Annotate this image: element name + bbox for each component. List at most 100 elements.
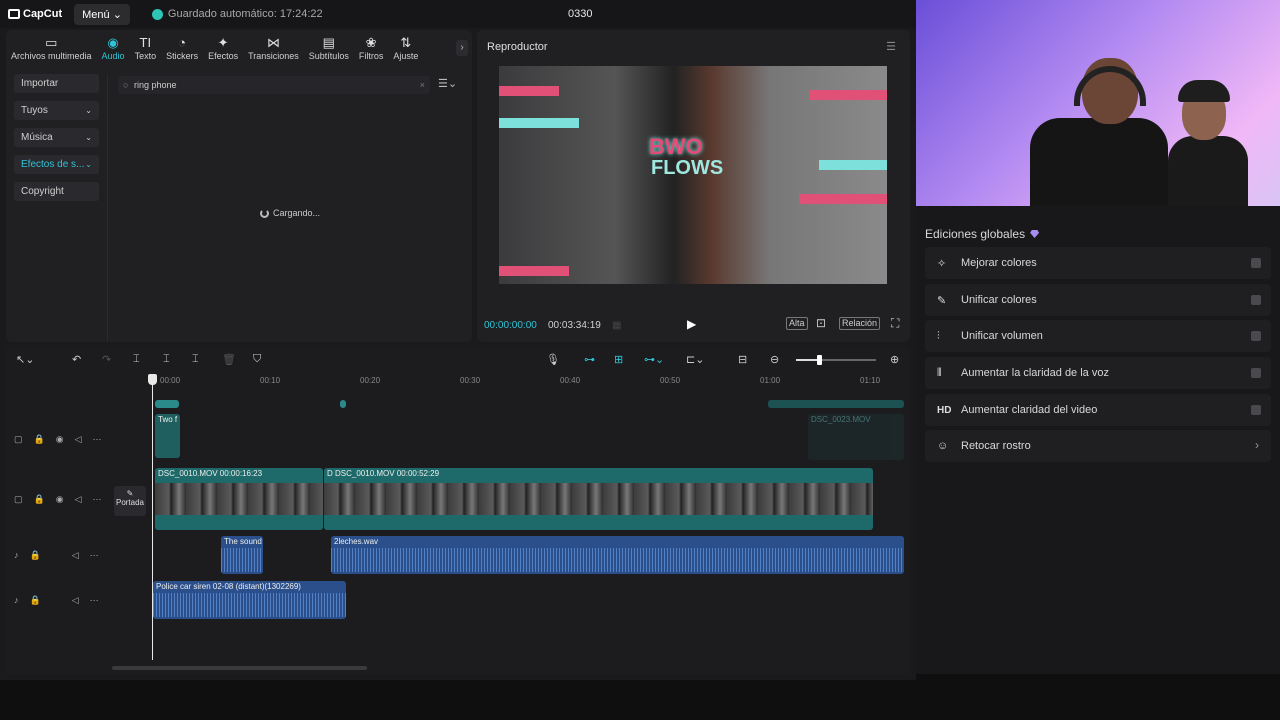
audio-clip[interactable]: Police car siren 02-08 (distant)(1302269… [153,581,346,619]
tab-text[interactable]: TI Texto [130,35,162,61]
magic-wand-icon: ✧ [937,257,947,270]
filter-icon[interactable]: ☰⌄ [438,77,457,90]
tabs-scroll-right-button[interactable]: › [456,40,468,56]
eye-icon[interactable]: ◉ [56,494,64,505]
speaker-icon[interactable]: ◁ [72,595,79,606]
clip-marker[interactable] [340,400,346,408]
speaker-icon[interactable]: ◁ [72,550,79,561]
tab-effects[interactable]: ✦ Efectos [203,35,243,61]
side-item-yours[interactable]: Tuyos ⌄ [14,101,99,120]
microphone-icon[interactable]: 🎙 [546,353,560,366]
video-clip[interactable]: DSC_0010.MOV 00:00:16:23 [155,468,323,530]
undo-icon[interactable]: ↶ [72,353,81,366]
toggle[interactable] [1251,295,1261,305]
side-item-sound-effects[interactable]: Efectos de s... ⌄ [14,155,99,174]
audio-clip[interactable]: The sound [221,536,263,574]
link-clips-icon[interactable]: ⊶ [584,353,595,366]
lock-icon[interactable]: 🔒 [30,595,41,606]
side-item-import[interactable]: Importar [14,74,99,93]
shield-icon[interactable]: ⛉ [253,353,261,366]
effects-icon: ✦ [217,35,229,50]
hamburger-menu-icon[interactable]: ☰ [886,40,896,53]
lock-icon[interactable]: 🔒 [30,550,41,561]
speaker-icon[interactable]: ◁ [75,434,82,445]
side-item-music[interactable]: Música ⌄ [14,128,99,147]
screenshot-icon[interactable]: ⊡ [816,316,826,330]
chevron-down-icon: ⌄ [85,133,92,142]
toggle[interactable] [1251,331,1261,341]
horizontal-scrollbar[interactable] [112,666,367,670]
zoom-in-icon[interactable]: ⊕ [890,353,899,366]
zoom-out-icon[interactable]: ⊖ [770,353,779,366]
tab-subtitles[interactable]: ▤ Subtítulos [304,35,354,61]
delete-icon[interactable]: 🗑 [222,353,236,366]
tab-media[interactable]: ▭ Archivos multimedia [6,35,97,61]
lock-icon[interactable]: 🔒 [34,434,45,445]
text-clip-marker[interactable] [155,400,179,408]
fullscreen-icon[interactable]: ⛶ [891,316,899,331]
toggle[interactable] [1251,258,1261,268]
global-edit-label: Unificar colores [961,294,1037,306]
video-clip[interactable]: D DSC_0010.MOV 00:00:52:29 [324,468,873,530]
tab-audio[interactable]: ◉ Audio [97,35,130,61]
timeline-grid-icon[interactable]: ▦ [612,320,621,331]
menu-button[interactable]: Menú ⌄ [74,3,130,25]
eye-icon[interactable]: ◉ [56,434,64,445]
select-tool-icon[interactable]: ↖⌄ [16,353,34,366]
global-edit-unify-colors[interactable]: ✎ Unificar colores [925,284,1271,316]
global-edit-face-retouch[interactable]: ☺ Retocar rostro › [925,430,1271,462]
tab-transitions[interactable]: ⋈ Transiciones [243,35,304,61]
tab-stickers[interactable]: ◔ Stickers [161,35,203,61]
tab-filters[interactable]: ❀ Filtros [354,35,389,61]
global-edit-unify-volume[interactable]: ⫶ Unificar volumen [925,320,1271,352]
quality-button[interactable]: Alta [786,317,808,330]
faded-video-clip[interactable]: DSC_0023.MOV [808,414,904,460]
playhead-handle[interactable] [148,374,157,385]
time-ruler[interactable]: 00:00 00:10 00:20 00:30 00:40 00:50 01:0… [152,376,904,388]
snap-icon[interactable]: ⊏⌄ [686,353,704,366]
playhead[interactable] [148,374,157,660]
more-icon[interactable]: ⋯ [90,550,99,561]
chevron-down-icon: ⌄ [85,106,92,115]
caption-icon[interactable]: ⊟ [738,353,747,366]
tab-label: Transiciones [248,51,299,61]
video-track-controls: ▢ 🔒 ◉ ◁ ⋯ [14,494,102,505]
global-edit-enhance-colors[interactable]: ✧ Mejorar colores [925,247,1271,279]
split-left-icon[interactable]: ⌶ [163,353,170,366]
tab-adjust[interactable]: ⇅ Ajuste [388,35,423,61]
cover-button[interactable]: ✎ Portada [114,486,146,516]
video-preview[interactable]: BWO FLOWS [499,66,887,284]
ruler-tick: 00:50 [660,376,681,385]
more-icon[interactable]: ⋯ [93,494,102,505]
split-right-icon[interactable]: ⌶ [192,353,199,366]
speaker-icon[interactable]: ◁ [75,494,82,505]
play-button[interactable]: ▶ [687,317,696,331]
zoom-slider[interactable] [796,355,876,365]
video-streak [499,86,559,96]
chevron-right-icon: › [1255,438,1259,452]
split-icon[interactable]: ⌶ [133,353,140,366]
autosave-status: Guardado automático: 17:24:22 [151,8,323,20]
text-clip[interactable]: Two f [155,414,180,458]
faded-clip-marker[interactable] [768,400,904,408]
menu-label: Menú [82,8,110,21]
global-edit-video-clarity[interactable]: HD Aumentar claridad del video [925,394,1271,426]
magnet-icon[interactable]: ⊞ [614,353,623,366]
ratio-button[interactable]: Relación [839,317,881,330]
timeline-toolbar: ↖⌄ ↶ ↷ ⌶ ⌶ ⌶ 🗑 ⛉ 🎙 ⊶ ⊞ ⊶⌄ ⊏⌄ ⊟ ⊖ ⊕ [6,348,910,372]
zoom-slider-handle[interactable] [817,355,822,365]
preview-axis-icon[interactable]: ⊶⌄ [644,353,664,366]
search-input[interactable]: ○ ring phone × [118,76,430,94]
clear-icon[interactable]: × [420,76,425,94]
global-edit-voice-clarity[interactable]: ⫴ Aumentar la claridad de la voz [925,357,1271,389]
audio-clip[interactable]: 2leches.wav [331,536,904,574]
lock-icon[interactable]: 🔒 [34,494,45,505]
filters-icon: ❀ [365,35,377,50]
toggle[interactable] [1251,368,1261,378]
redo-icon[interactable]: ↷ [102,353,111,366]
more-icon[interactable]: ⋯ [90,595,99,606]
side-item-copyright[interactable]: Copyright [14,182,99,201]
toggle[interactable] [1251,405,1261,415]
audio-icon: ◉ [107,35,119,50]
more-icon[interactable]: ⋯ [93,434,102,445]
